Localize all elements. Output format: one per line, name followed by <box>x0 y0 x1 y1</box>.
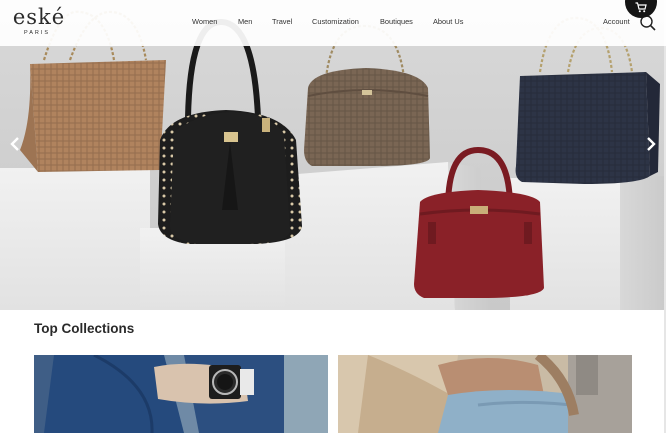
section-title-top-collections: Top Collections <box>34 321 135 336</box>
cart-icon <box>635 2 647 13</box>
site-header: eské PARIS Women Men Travel Customizatio… <box>0 0 666 46</box>
nav-item-boutiques[interactable]: Boutiques <box>380 17 413 26</box>
chevron-left-icon <box>10 137 19 151</box>
chevron-right-icon <box>647 137 656 151</box>
brand-logo[interactable]: eské PARIS <box>9 6 69 40</box>
collection-image-watch <box>34 355 328 433</box>
collection-image-jeans <box>338 355 632 433</box>
collection-card-men[interactable] <box>34 355 328 433</box>
nav-item-travel[interactable]: Travel <box>272 17 292 26</box>
nav-item-about-us[interactable]: About Us <box>433 17 463 26</box>
brand-tagline: PARIS <box>23 30 51 36</box>
collection-card-women[interactable] <box>338 355 632 433</box>
carousel-prev-button[interactable] <box>8 136 22 152</box>
hero-handbags-image <box>0 10 666 310</box>
account-link[interactable]: Account <box>603 17 630 26</box>
nav-item-men[interactable]: Men <box>238 17 252 26</box>
brand-name: eské <box>12 5 66 29</box>
hero-banner <box>0 0 666 310</box>
carousel-next-button[interactable] <box>644 136 658 152</box>
nav-item-customization[interactable]: Customization <box>312 17 359 26</box>
nav-item-women[interactable]: Women <box>192 17 217 26</box>
